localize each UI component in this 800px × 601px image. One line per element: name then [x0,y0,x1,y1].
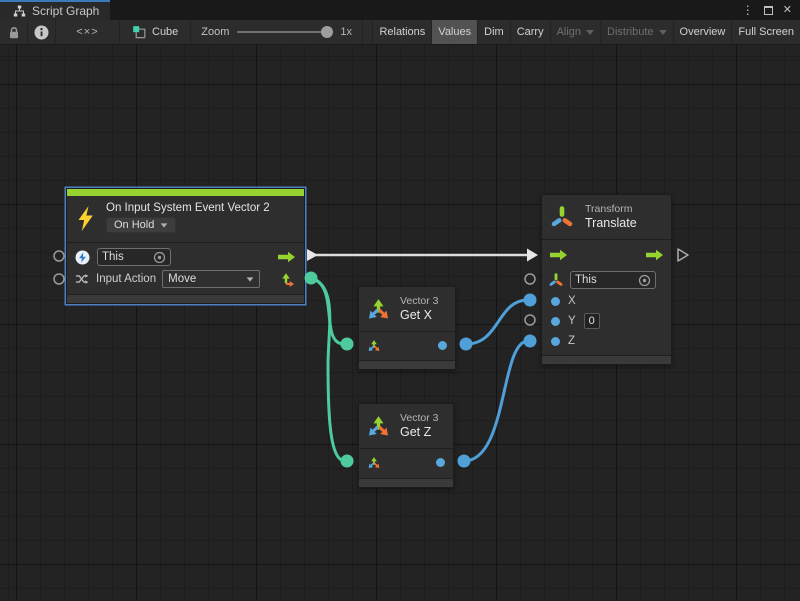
zoom-slider[interactable] [237,31,332,33]
event-node-title: On Input System Event Vector 2 [106,202,270,214]
z-input-port[interactable] [551,337,560,346]
event-mode-dropdown[interactable]: On Hold [106,217,176,233]
toolbar-button-label: Distribute [607,26,653,38]
node-title: Get X [400,308,439,323]
vector2-output-icon[interactable] [279,271,296,288]
dropdown-caret-icon [247,277,254,281]
y-input-port[interactable] [551,317,560,326]
toolbar-button-label: Overview [680,26,726,38]
get-z-port-row [359,449,453,476]
node-transform-translate[interactable]: Transform Translate This [541,194,672,365]
transform-y-row: Y 0 [542,311,671,331]
node-title: Get Z [400,425,439,440]
node-vector3-get-x[interactable]: Vector 3 Get X [358,286,456,370]
script-graph-window: Script Graph ⋮ ✕ <×> [0,0,800,601]
float-output-port[interactable] [436,458,445,467]
graph-hierarchy-icon [13,5,26,18]
lock-button[interactable] [0,20,28,44]
toolbar-button-label: Values [438,26,471,38]
vector3-icon [366,414,391,439]
event-node-accent-bar [67,189,304,196]
port-y-label: Y [568,315,576,327]
vector3-icon [366,297,391,322]
info-button[interactable] [28,20,56,44]
transform-x-row: X [542,291,671,311]
toolbar-button-dim[interactable]: Dim [477,20,510,44]
node-category: Vector 3 [400,412,439,425]
toolbar-button-label: Full Screen [738,26,794,38]
vector3-input-port-icon[interactable] [367,339,381,353]
node-vector3-get-z[interactable]: Vector 3 Get Z [358,403,454,488]
toolbar-button-label: Carry [517,26,544,38]
event-target-row: This [67,246,304,268]
gameobject-bolt-icon [75,250,90,265]
exec-output-arrow-icon[interactable] [277,251,296,263]
maximize-icon[interactable] [764,6,773,15]
port-z-label: Z [568,335,575,347]
object-picker-icon[interactable] [153,251,166,264]
x-input-port[interactable] [551,297,560,306]
toolbar-button-label: Dim [484,26,504,38]
input-action-icon [75,272,89,286]
event-input-action-row: Input Action Move [67,268,304,290]
tab-title: Script Graph [32,4,99,18]
toolbar-button-align: Align [550,20,600,44]
node-category: Transform [585,203,637,216]
transform-exec-row [542,240,671,269]
object-picker-icon[interactable] [638,274,651,287]
float-output-port[interactable] [438,341,447,350]
transform-mini-icon [549,273,563,287]
embed-code-button[interactable]: <×> [56,20,120,44]
node-title: Translate [585,216,637,231]
toolbar-button-full-screen[interactable]: Full Screen [731,20,800,44]
node-category: Vector 3 [400,295,439,308]
toolbar-button-carry[interactable]: Carry [510,20,550,44]
toolbar-button-overview[interactable]: Overview [673,20,732,44]
toolbar-button-label: Relations [379,26,425,38]
node-footer [359,478,453,487]
transform-icon [550,205,574,229]
info-icon [34,25,49,40]
script-graph-asset-icon [132,25,147,40]
lightning-bolt-icon [76,206,95,231]
toolbar-buttons: Relations Values Dim Carry Align Distribute Ov… [372,20,800,44]
transform-target-field[interactable]: This [570,271,656,289]
graph-name-label: Cube [152,26,178,38]
close-icon[interactable]: ✕ [783,5,792,16]
exec-input-arrow-icon[interactable] [549,249,568,261]
get-x-port-row [359,332,455,359]
zoom-slider-handle[interactable] [321,26,333,38]
lock-icon [8,26,20,39]
node-on-input-system-event[interactable]: On Input System Event Vector 2 On Hold T… [66,188,305,304]
exec-output-arrow-icon[interactable] [645,249,664,261]
embed-code-glyph: <×> [76,26,98,38]
transform-z-row: Z [542,331,671,351]
input-action-label: Input Action [96,273,156,285]
node-footer [542,355,671,364]
input-action-dropdown[interactable]: Move [162,270,260,288]
port-x-label: X [568,295,576,307]
zoom-label: Zoom [201,26,229,38]
toolbar-button-label: Align [557,26,581,38]
window-menu-icon[interactable]: ⋮ [742,4,754,16]
toolbar-button-values[interactable]: Values [431,20,477,44]
tab-script-graph[interactable]: Script Graph [0,0,110,20]
toolbar-button-distribute: Distribute [600,20,672,44]
transform-target-row: This [542,269,671,291]
y-value-field[interactable]: 0 [584,313,600,329]
title-bar: Script Graph ⋮ ✕ [0,0,800,20]
dropdown-caret-icon [659,30,667,35]
graph-toolbar: <×> Cube Zoom 1x Relations Values Dim Carry… [0,20,800,45]
dropdown-caret-icon [586,30,594,35]
toolbar-button-relations[interactable]: Relations [372,20,431,44]
zoom-control: Zoom 1x [191,20,363,44]
node-footer [359,360,455,369]
zoom-value: 1x [340,26,352,38]
dropdown-caret-icon [161,223,168,227]
event-target-field[interactable]: This [97,248,171,266]
vector3-input-port-icon[interactable] [367,456,381,470]
node-footer [67,294,304,303]
graph-breadcrumb-cube[interactable]: Cube [120,20,191,44]
